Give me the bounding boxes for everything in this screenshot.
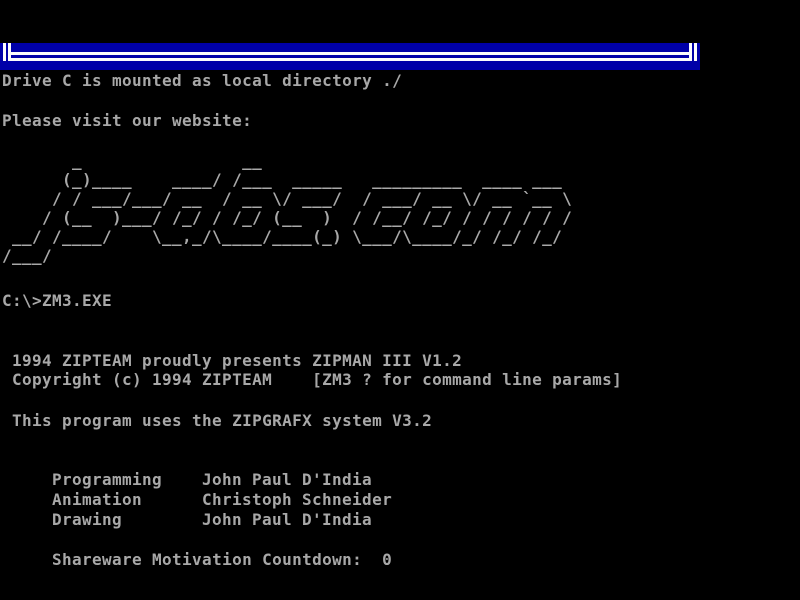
zipgrafx-message: This program uses the ZIPGRAFX system V3… [2,411,432,430]
shareware-countdown: Shareware Motivation Countdown: 0 [2,531,392,588]
border-corner-right-outer [694,43,697,61]
border-line-upper [10,52,690,55]
dos-screen[interactable]: Drive C is mounted as local directory ./… [0,0,800,600]
credit-name: John Paul D'India [202,510,372,529]
command-prompt: C:\>ZM3.EXE [2,291,112,310]
mount-message: Drive C is mounted as local directory ./ [2,71,402,90]
zipman-banner: 1994 ZIPTEAM proudly presents ZIPMAN III… [2,351,622,389]
jsdos-ascii-logo: _ __ (_)____ ____/ /___ _____ _________ … [2,151,572,265]
countdown-value: 0 [382,550,392,569]
border-corner-left-outer [3,43,6,61]
credit-role: Drawing [42,510,202,529]
border-corner-right-inner [689,43,692,61]
website-message: Please visit our website: [2,111,252,130]
countdown-label: Shareware Motivation Countdown: [42,550,382,569]
border-corner-left-inner [8,43,11,61]
border-line-lower [10,58,690,61]
dialog-bottom-border [0,43,700,70]
